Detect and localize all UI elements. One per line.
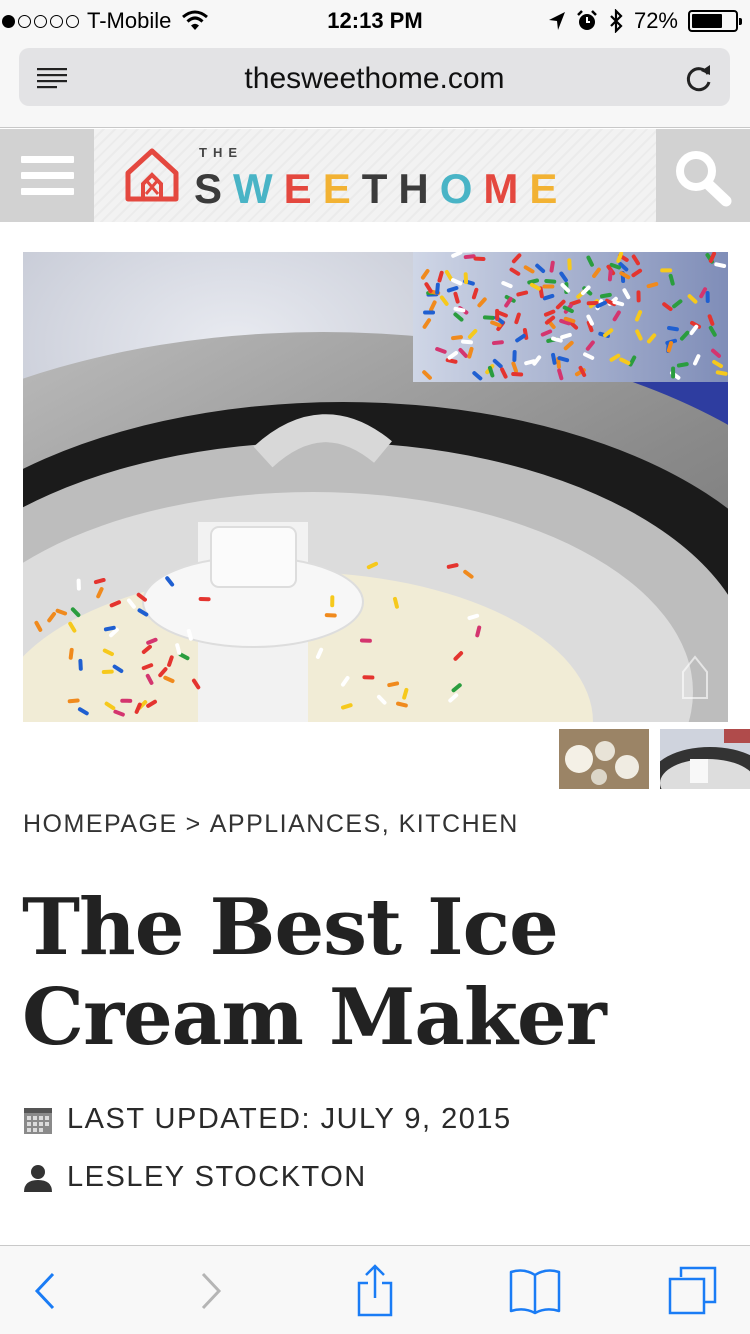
thumbnail-image-1 [559,729,649,789]
site-header: THE SWEETHOME [0,129,750,222]
logo-letter: E [529,165,569,212]
logo-letter: E [322,165,362,212]
author-name[interactable]: LESLEY STOCKTON [67,1161,367,1194]
logo-letter: T [361,165,399,212]
logo-wordmark: SWEETHOME [194,165,568,213]
logo-letter: E [283,165,323,212]
status-bar: T-Mobile 12:13 PM 72% [0,0,750,42]
alarm-clock-icon [577,10,597,30]
logo-letter: H [398,165,440,212]
last-updated-text: LAST UPDATED: JULY 9, 2015 [67,1103,512,1135]
bookmarks-icon[interactable] [508,1267,562,1315]
battery-percent: 72% [633,8,678,33]
calendar-icon [24,1107,52,1134]
person-icon [24,1164,52,1192]
article-title: The Best Ice Cream Maker [22,882,607,1063]
logo-the: THE [199,145,243,160]
address-bar[interactable]: thesweethome.com [19,48,730,106]
breadcrumb-separator: > [185,810,202,838]
bluetooth-icon [610,9,623,33]
url-text[interactable]: thesweethome.com [19,62,730,96]
last-updated-row: LAST UPDATED: JULY 9, 2015 [23,1103,512,1136]
search-icon[interactable] [656,129,750,222]
reload-icon[interactable] [684,62,714,94]
tabs-button[interactable] [648,1246,738,1334]
battery-fill [692,14,723,28]
search-button[interactable] [656,129,750,222]
status-right: 72% [548,8,742,34]
ice-cream-maker-photo [23,252,728,722]
tabs-icon[interactable] [667,1265,719,1317]
gallery-thumbnail-2[interactable] [660,729,750,789]
thumbnail-image-2 [660,729,750,789]
location-arrow-icon [548,12,565,30]
logo-letter: O [439,165,484,212]
share-icon[interactable] [355,1263,395,1319]
breadcrumb-categories[interactable]: APPLIANCES, KITCHEN [210,810,519,839]
browser-toolbar [0,1245,750,1334]
author-row: LESLEY STOCKTON [23,1161,367,1194]
browser-address-area: thesweethome.com [0,42,750,128]
breadcrumb: HOMEPAGE > APPLIANCES, KITCHEN [23,810,519,839]
bookmarks-button[interactable] [490,1246,580,1334]
gallery-thumbnail-1[interactable] [559,729,649,789]
logo-letter: S [194,165,234,212]
menu-button[interactable] [0,129,94,222]
house-logo-icon [125,148,179,202]
hero-image[interactable] [23,252,728,722]
back-button[interactable] [0,1246,90,1334]
share-button[interactable] [330,1246,420,1334]
logo-letter: W [233,165,284,212]
site-logo[interactable]: THE SWEETHOME [94,129,656,222]
breadcrumb-home[interactable]: HOMEPAGE [23,810,178,839]
forward-icon[interactable] [199,1271,223,1311]
logo-letter: M [483,165,530,212]
battery-icon [688,10,742,32]
forward-button[interactable] [166,1246,256,1334]
back-icon[interactable] [33,1271,57,1311]
